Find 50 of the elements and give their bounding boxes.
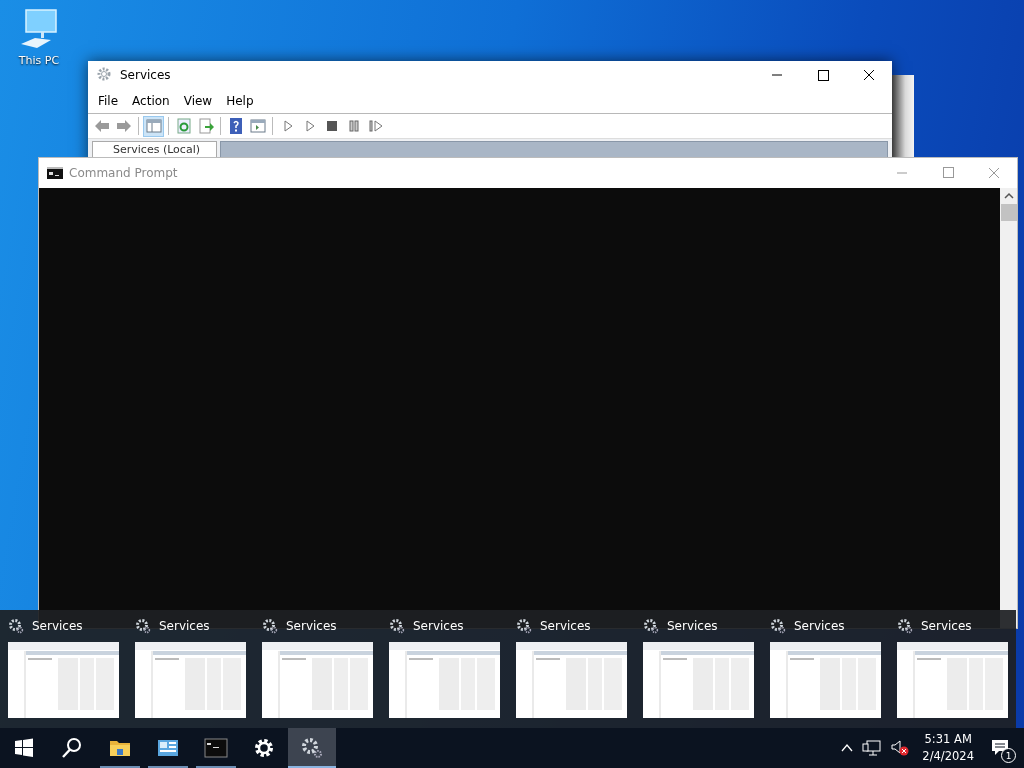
- preview-title: Services: [413, 619, 464, 633]
- gear-icon: [770, 618, 786, 634]
- clock-date[interactable]: 2/4/2024: [922, 748, 974, 765]
- gears-icon[interactable]: [300, 736, 324, 760]
- window-preview[interactable]: Services: [635, 610, 762, 728]
- windows-logo-icon[interactable]: [12, 736, 36, 760]
- export-icon[interactable]: [197, 118, 214, 134]
- gear-icon: [389, 618, 405, 634]
- clock-time[interactable]: 5:31 AM: [924, 731, 972, 748]
- gear-icon: [262, 618, 278, 634]
- scrollbar[interactable]: [1000, 188, 1017, 628]
- help-icon[interactable]: [227, 118, 244, 134]
- window-preview[interactable]: Services: [508, 610, 635, 728]
- window-preview[interactable]: Services: [0, 610, 127, 728]
- gear-icon: [897, 618, 913, 634]
- preview-title: Services: [667, 619, 718, 633]
- notification-count-badge: 1: [1001, 748, 1016, 763]
- preview-title: Services: [159, 619, 210, 633]
- menu-item[interactable]: Help: [219, 94, 261, 108]
- terminal-icon[interactable]: [204, 736, 228, 760]
- menu-item[interactable]: File: [91, 94, 126, 108]
- menu-item[interactable]: Action: [125, 94, 177, 108]
- gear-icon: [135, 618, 151, 634]
- desktop-icon-label[interactable]: This PC: [18, 54, 60, 67]
- window-preview[interactable]: Services: [254, 610, 381, 728]
- gear-icon: [643, 618, 659, 634]
- services-taskbar-button[interactable]: [288, 728, 336, 768]
- preview-title: Services: [32, 619, 83, 633]
- muted-speaker-icon[interactable]: [890, 739, 911, 757]
- search-icon[interactable]: [60, 736, 84, 760]
- preview-title: Services: [286, 619, 337, 633]
- preview-title: Services: [540, 619, 591, 633]
- window-preview[interactable]: Services: [762, 610, 889, 728]
- refresh-icon[interactable]: [175, 118, 192, 134]
- network-icon[interactable]: [862, 739, 883, 757]
- preview-title: Services: [921, 619, 972, 633]
- preview-title: Services: [794, 619, 845, 633]
- gear-icon[interactable]: [252, 736, 276, 760]
- window-preview[interactable]: Services: [889, 610, 1016, 728]
- menu-item[interactable]: View: [176, 94, 220, 108]
- gear-icon: [8, 618, 24, 634]
- console-icon: [47, 167, 63, 179]
- window-preview[interactable]: Services: [127, 610, 254, 728]
- window-preview[interactable]: Services: [381, 610, 508, 728]
- gear-icon: [516, 618, 532, 634]
- properties-icon[interactable]: [249, 118, 266, 134]
- scrollbar-thumb[interactable]: [1000, 204, 1017, 221]
- window-title: Services: [120, 68, 171, 82]
- tree-item[interactable]: Services (Local): [92, 141, 217, 157]
- window-title: Command Prompt: [69, 166, 178, 180]
